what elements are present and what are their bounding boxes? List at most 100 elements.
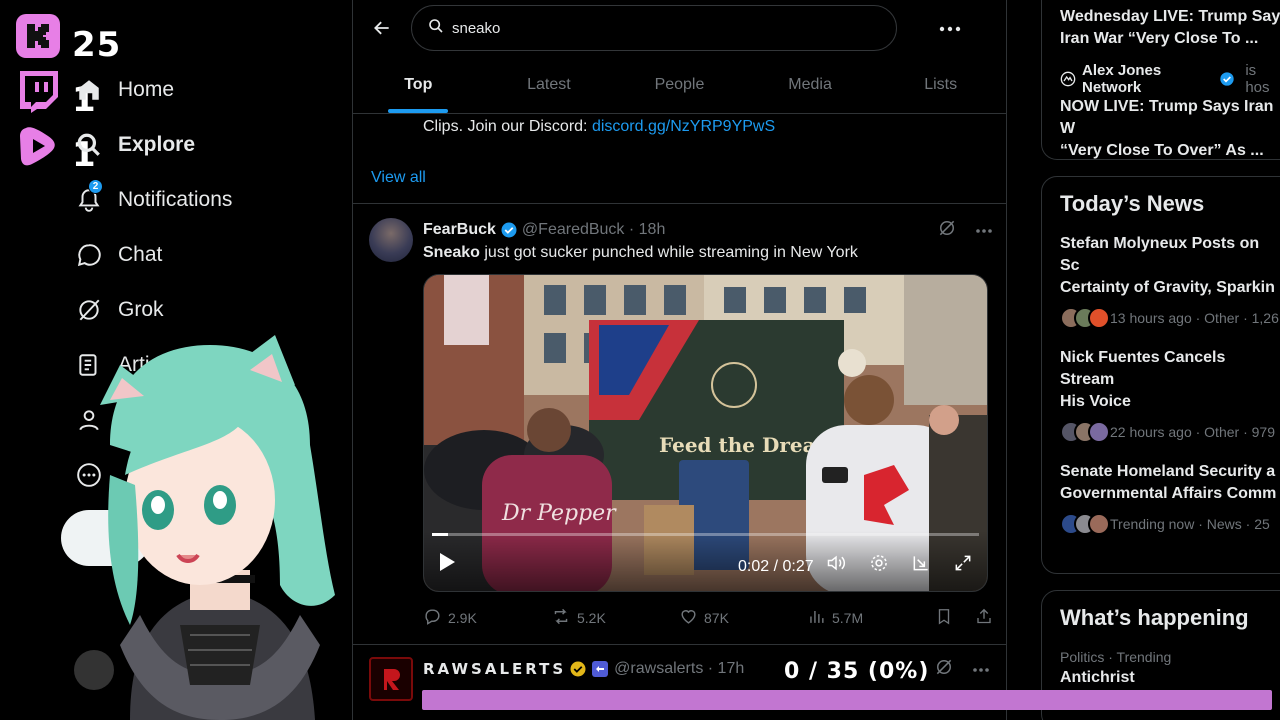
bookmark-icon[interactable]: [935, 607, 953, 629]
sidebar-item-label: Grok: [118, 297, 164, 321]
kick-icon: [16, 14, 60, 58]
avatar-stack: [1060, 307, 1110, 329]
tab-latest[interactable]: Latest: [484, 56, 615, 113]
like-button[interactable]: 87K: [679, 607, 807, 629]
sidebar-item-label: Home: [118, 77, 175, 101]
grok-icon[interactable]: [937, 218, 957, 243]
view-all-link[interactable]: View all: [353, 152, 1006, 204]
separator-dot: ·: [624, 221, 639, 238]
sidebar-item-notifications[interactable]: 2 Notifications: [60, 172, 350, 227]
search-results-column: Top Latest People Media Lists Clips. Joi…: [352, 0, 1007, 720]
play-icon[interactable]: [438, 552, 456, 577]
live-news-card: Wednesday LIVE: Trump Say Iran War “Very…: [1041, 0, 1280, 160]
sidebar-item-profile[interactable]: [60, 392, 350, 447]
home-icon: [60, 77, 118, 103]
tweet-text: Sneako just got sucker punched while str…: [423, 244, 993, 262]
share-icon[interactable]: [975, 607, 993, 629]
trend-name: Antichrist: [1060, 669, 1135, 686]
news-item[interactable]: Stefan Molyneux Posts on Sc Certainty of…: [1060, 233, 1280, 329]
author-handle[interactable]: @rawsalerts: [614, 660, 703, 678]
goal-progress-text: 0 / 35 (0%): [784, 659, 930, 684]
sidebar-item-label: Notifications: [118, 187, 233, 211]
todays-news-card: Today’s News Stefan Molyneux Posts on Sc…: [1041, 176, 1280, 574]
tab-people[interactable]: People: [614, 56, 745, 113]
tweet-time[interactable]: 17h: [718, 660, 745, 678]
repost-button[interactable]: 5.2K: [551, 607, 679, 629]
pip-icon[interactable]: [911, 553, 931, 578]
sidebar-item-articles[interactable]: Articles: [60, 337, 350, 392]
sidebar-item-more[interactable]: [60, 447, 350, 502]
reply-button[interactable]: 2.9K: [423, 607, 551, 629]
avatar-stack: [1060, 513, 1110, 535]
sidebar-item-grok[interactable]: Grok: [60, 282, 350, 337]
views-bar-icon: [807, 607, 826, 629]
tweet-body: FearBuck @FearedBuck · 18h Sneako just g…: [423, 218, 993, 644]
news-headline: Senate Homeland Security a: [1060, 463, 1276, 480]
news-meta: 22 hours ago · Other · 979: [1060, 421, 1280, 443]
more-options-icon[interactable]: [975, 221, 993, 239]
news-headline: His Voice: [1060, 393, 1131, 410]
fullscreen-icon[interactable]: [953, 553, 973, 578]
tab-lists[interactable]: Lists: [875, 56, 1006, 113]
sidebar-nav: Home Explore 2 Notifications Chat Grok A…: [60, 62, 350, 502]
tweet-text-rest: just got sucker punched while streaming …: [479, 244, 858, 261]
platform-icons: [16, 14, 60, 179]
bell-icon: 2: [60, 178, 118, 213]
grok-icon[interactable]: [934, 657, 954, 682]
back-arrow-icon[interactable]: [353, 18, 411, 38]
search-box[interactable]: [411, 5, 897, 51]
account-avatar[interactable]: [74, 650, 114, 690]
more-options-icon[interactable]: [939, 19, 961, 37]
avatar[interactable]: [369, 218, 413, 262]
video-progress-bar[interactable]: [432, 533, 979, 536]
avatar[interactable]: [369, 657, 413, 701]
news-item[interactable]: Alex Jones Network is hos NOW LIVE: Trum…: [1060, 62, 1280, 162]
volume-icon[interactable]: [825, 553, 847, 578]
sidebar-item-explore[interactable]: Explore: [60, 117, 350, 172]
tweet[interactable]: FearBuck @FearedBuck · 18h Sneako just g…: [353, 204, 1006, 645]
post-button[interactable]: [61, 510, 151, 566]
video-player[interactable]: Feed the Dream. Dr Pepper 0:02 / 0:27: [423, 274, 988, 592]
news-headline: “Very Close To Over” As ...: [1060, 142, 1264, 159]
news-item[interactable]: Senate Homeland Security a Governmental …: [1060, 461, 1280, 535]
source-name: Alex Jones Network: [1082, 62, 1162, 96]
tab-media[interactable]: Media: [745, 56, 876, 113]
source-suffix: is hos: [1245, 62, 1270, 96]
discord-link[interactable]: discord.gg/NzYRP9YPwS: [592, 118, 775, 135]
tweet-header: FearBuck @FearedBuck · 18h: [423, 218, 993, 242]
news-item[interactable]: Nick Fuentes Cancels Stream His Voice 22…: [1060, 347, 1280, 443]
news-headline: Iran War “Very Close To ...: [1060, 30, 1259, 47]
author-name[interactable]: FearBuck: [423, 221, 496, 239]
broadcast-icon: [1060, 71, 1076, 87]
profile-icon: [60, 407, 118, 433]
settings-gear-icon[interactable]: [869, 553, 889, 578]
notification-badge: 2: [88, 178, 103, 194]
news-meta-text: 22 hours ago · Other · 979: [1110, 424, 1275, 440]
search-input[interactable]: [452, 19, 852, 37]
sidebar-item-label: Articles: [118, 352, 187, 376]
avatar: [1088, 307, 1110, 329]
avatar: [1088, 421, 1110, 443]
goal-progress-bar: [422, 690, 1272, 710]
trend-meta: Politics · Trending: [1060, 649, 1172, 665]
views-button[interactable]: 5.7M: [807, 607, 935, 629]
tab-label: People: [654, 75, 705, 93]
tab-top[interactable]: Top: [353, 56, 484, 113]
news-meta: 13 hours ago · Other · 1,26: [1060, 307, 1280, 329]
tab-label: Top: [404, 75, 433, 93]
more-options-icon[interactable]: [972, 660, 990, 678]
sidebar-item-chat[interactable]: Chat: [60, 227, 350, 282]
news-item[interactable]: Wednesday LIVE: Trump Say Iran War “Very…: [1060, 6, 1280, 50]
previous-post-snippet: Clips. Join our Discord: discord.gg/NzYR…: [353, 114, 1006, 152]
author-handle[interactable]: @FearedBuck: [522, 221, 625, 239]
card-title: Today’s News: [1060, 191, 1205, 216]
tweet-right-actions: [935, 607, 993, 629]
view-count: 5.7M: [832, 610, 864, 626]
affiliate-badge-icon: [592, 661, 609, 677]
trend-item[interactable]: Politics · Trending Antichrist: [1060, 649, 1280, 687]
sidebar-item-home[interactable]: Home: [60, 62, 350, 117]
tweet-time[interactable]: 18h: [639, 221, 666, 239]
author-name[interactable]: RAWSALERTS: [423, 660, 566, 678]
active-tab-indicator: [388, 109, 449, 113]
search-icon: [428, 18, 444, 39]
